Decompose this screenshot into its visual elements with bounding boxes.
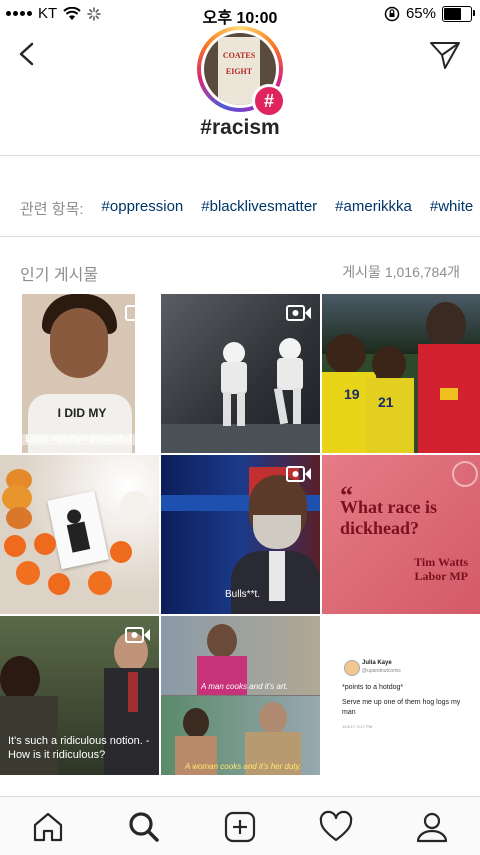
video-icon xyxy=(286,305,311,321)
post-caption: It's such a ridiculous notion. - How is … xyxy=(8,735,150,761)
post-thumbnail[interactable]: “ What race is dickhead? Tim Watts Labor… xyxy=(322,455,480,614)
post-thumbnail[interactable] xyxy=(161,294,320,453)
cover-text: COATES xyxy=(222,51,256,60)
cover-text: EIGHT xyxy=(225,67,253,76)
profile-tab[interactable] xyxy=(412,807,452,847)
tweet-name: Julia Kaye xyxy=(362,660,392,666)
battery-icon xyxy=(442,5,475,22)
post-thumbnail[interactable]: I DID MY Love +unity= powerful xyxy=(0,294,159,453)
post-byline: Tim Watts Labor MP xyxy=(414,555,468,583)
tab-bar xyxy=(0,796,480,855)
post-caption: Bulls**t. xyxy=(225,589,261,600)
logo-icon xyxy=(452,461,478,487)
post-count: 게시물 1,016,784개 xyxy=(342,264,460,280)
related-tags: 관련 항목: #oppression #blacklivesmatter #am… xyxy=(20,198,473,219)
heart-icon xyxy=(319,810,353,842)
hashtag-badge: # xyxy=(252,84,286,118)
related-tag[interactable]: #blacklivesmatter xyxy=(201,198,317,219)
home-tab[interactable] xyxy=(28,807,68,847)
search-tab[interactable] xyxy=(124,807,164,847)
shirt-text: I DID MY xyxy=(57,406,107,420)
tweet-text: *points to a hotdog* xyxy=(342,684,404,691)
post-thumbnail[interactable]: Julia Kaye @upandoutcomic *points to a h… xyxy=(322,616,480,775)
orientation-lock-icon xyxy=(384,6,400,21)
tweet-handle: @upandoutcomic xyxy=(362,668,401,674)
post-thumbnail[interactable]: A man cooks and it's art. A woman cooks … xyxy=(161,616,320,775)
divider xyxy=(0,236,480,237)
page-title: #racism xyxy=(200,116,280,139)
video-icon xyxy=(125,627,150,643)
section-title: 인기 게시물 xyxy=(20,267,99,284)
related-tag[interactable]: #white xyxy=(430,198,473,219)
chevron-left-icon xyxy=(19,42,34,66)
video-icon xyxy=(286,466,311,482)
divider xyxy=(0,155,480,156)
activity-tab[interactable] xyxy=(316,807,356,847)
jersey-number: 21 xyxy=(378,394,394,410)
post-thumbnail[interactable]: Bulls**t. xyxy=(161,455,320,614)
battery-percent: 65% xyxy=(405,5,436,22)
status-bar: KT 오후 10:00 65% xyxy=(0,0,480,28)
post-thumbnail[interactable]: 19 21 xyxy=(322,294,480,453)
add-icon xyxy=(224,811,256,843)
post-thumbnail[interactable] xyxy=(0,455,159,614)
share-button[interactable] xyxy=(428,38,462,72)
related-tag[interactable]: #amerikkka xyxy=(335,198,412,219)
search-icon xyxy=(129,812,159,842)
home-icon xyxy=(33,812,63,842)
post-thumbnail[interactable]: It's such a ridiculous notion. - How is … xyxy=(0,616,159,775)
tweet-time: 11/4/17, 5:17 PM xyxy=(342,724,373,729)
paper-plane-icon xyxy=(430,42,460,69)
jersey-number: 19 xyxy=(344,386,360,402)
post-caption: A woman cooks and it's her duty. xyxy=(185,762,302,771)
add-post-tab[interactable] xyxy=(220,807,260,847)
post-caption: A man cooks and it's art. xyxy=(201,682,289,691)
post-headline: What race is dickhead? xyxy=(340,497,437,538)
status-right: 65% xyxy=(384,5,475,22)
video-icon xyxy=(125,305,150,321)
related-label: 관련 항목: xyxy=(20,201,84,218)
battery-fill xyxy=(444,7,461,20)
back-button[interactable] xyxy=(12,38,42,70)
related-tag[interactable]: #oppression xyxy=(102,198,184,219)
post-caption: Love +unity= powerful xyxy=(22,434,135,445)
tweet-text: Serve me up one of them hog logs my man xyxy=(342,699,461,716)
profile-icon xyxy=(416,812,448,843)
avatar xyxy=(344,660,360,676)
